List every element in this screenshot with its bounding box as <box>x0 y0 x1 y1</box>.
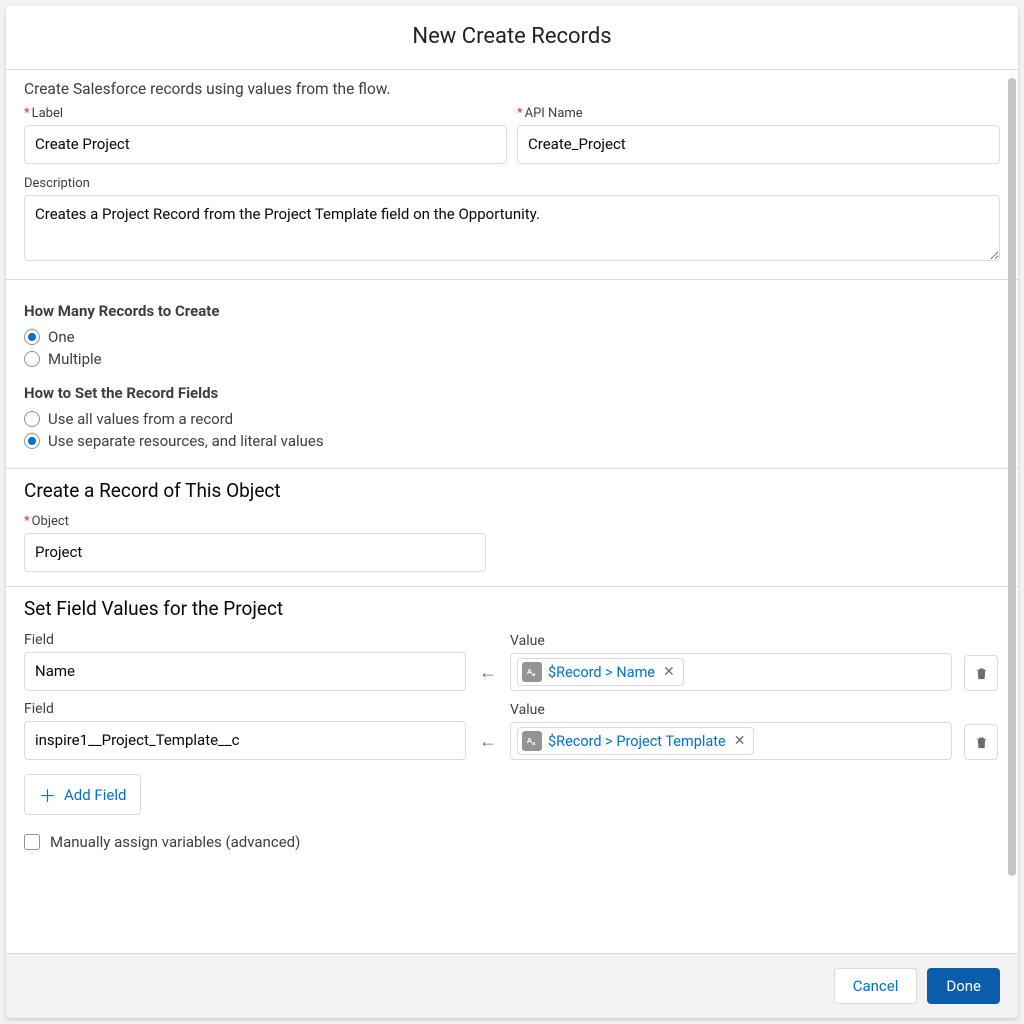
arrow-left-icon: ← <box>478 731 498 760</box>
value-label-2: Value <box>510 702 952 718</box>
scrollbar[interactable] <box>1008 78 1016 945</box>
radio-multiple[interactable]: Multiple <box>24 350 1000 368</box>
value-pill-2-text: $Record > Project Template <box>548 733 726 750</box>
add-field-label: Add Field <box>64 786 126 804</box>
panel-how: How Many Records to Create One Multiple … <box>6 280 1018 469</box>
panel-field-values: Set Field Values for the Project Field ←… <box>6 587 1018 869</box>
modal-footer: Cancel Done <box>6 953 1018 1018</box>
pill-remove-icon[interactable]: ✕ <box>661 664 677 680</box>
radio-all-values[interactable]: Use all values from a record <box>24 410 1000 428</box>
checkbox-icon <box>24 834 40 850</box>
object-label: *Object <box>24 514 1000 529</box>
done-button[interactable]: Done <box>927 968 1000 1004</box>
value-pill-1: Aa $Record > Name ✕ <box>517 658 684 686</box>
apiname-field-label: *API Name <box>517 106 1000 121</box>
value-input-1[interactable]: Aa $Record > Name ✕ <box>510 653 952 691</box>
field-values-title: Set Field Values for the Project <box>24 597 1000 620</box>
radio-one-icon <box>24 329 40 345</box>
manually-assign-label: Manually assign variables (advanced) <box>50 833 300 851</box>
field-label-2: Field <box>24 701 466 717</box>
field-label-1: Field <box>24 632 466 648</box>
trash-icon <box>974 735 989 750</box>
svg-text:a: a <box>532 741 536 747</box>
radio-multiple-icon <box>24 351 40 367</box>
description-label: Description <box>24 176 1000 191</box>
svg-text:a: a <box>532 672 536 678</box>
delete-row-button[interactable] <box>964 655 998 691</box>
how-set-group: Use all values from a record Use separat… <box>24 410 1000 450</box>
arrow-left-icon: ← <box>478 662 498 691</box>
label-input[interactable] <box>24 125 507 164</box>
create-records-modal: New Create Records Create Salesforce rec… <box>6 6 1018 1018</box>
delete-row-button[interactable] <box>964 724 998 760</box>
value-input-2[interactable]: Aa $Record > Project Template ✕ <box>510 722 952 760</box>
object-section-title: Create a Record of This Object <box>24 479 1000 502</box>
field-input-1[interactable] <box>24 652 466 691</box>
cancel-button[interactable]: Cancel <box>834 968 918 1004</box>
manually-assign-checkbox[interactable]: Manually assign variables (advanced) <box>24 833 1000 851</box>
add-field-button[interactable]: ＋ Add Field <box>24 774 141 815</box>
modal-header: New Create Records <box>6 6 1018 70</box>
radio-all-label: Use all values from a record <box>48 410 233 428</box>
text-type-icon: Aa <box>522 662 542 682</box>
radio-multiple-label: Multiple <box>48 350 102 368</box>
pill-remove-icon[interactable]: ✕ <box>732 733 748 749</box>
trash-icon <box>974 666 989 681</box>
text-type-icon: Aa <box>522 731 542 751</box>
how-set-title: How to Set the Record Fields <box>24 384 1000 402</box>
value-pill-1-text: $Record > Name <box>548 664 655 681</box>
modal-body[interactable]: Create Salesforce records using values f… <box>6 70 1018 953</box>
panel-object: Create a Record of This Object *Object <box>6 469 1018 587</box>
how-many-title: How Many Records to Create <box>24 302 1000 320</box>
plus-icon: ＋ <box>39 782 56 807</box>
intro-text: Create Salesforce records using values f… <box>24 80 1000 98</box>
field-row: Field ← Value Aa $Record > Name ✕ <box>24 632 1000 691</box>
field-row: Field ← Value Aa $Record > Project Templ… <box>24 701 1000 760</box>
how-many-group: One Multiple <box>24 328 1000 368</box>
radio-all-icon <box>24 411 40 427</box>
radio-separate-label: Use separate resources, and literal valu… <box>48 432 324 450</box>
radio-separate[interactable]: Use separate resources, and literal valu… <box>24 432 1000 450</box>
radio-one-label: One <box>48 328 75 346</box>
apiname-input[interactable] <box>517 125 1000 164</box>
radio-one[interactable]: One <box>24 328 1000 346</box>
label-field-label: *Label <box>24 106 507 121</box>
panel-basics: Create Salesforce records using values f… <box>6 70 1018 280</box>
modal-title: New Create Records <box>22 24 1002 49</box>
description-input[interactable] <box>24 195 1000 261</box>
scrollbar-thumb[interactable] <box>1008 78 1016 876</box>
radio-separate-icon <box>24 433 40 449</box>
value-label-1: Value <box>510 633 952 649</box>
value-pill-2: Aa $Record > Project Template ✕ <box>517 727 754 755</box>
object-input[interactable] <box>24 533 486 572</box>
field-input-2[interactable] <box>24 721 466 760</box>
